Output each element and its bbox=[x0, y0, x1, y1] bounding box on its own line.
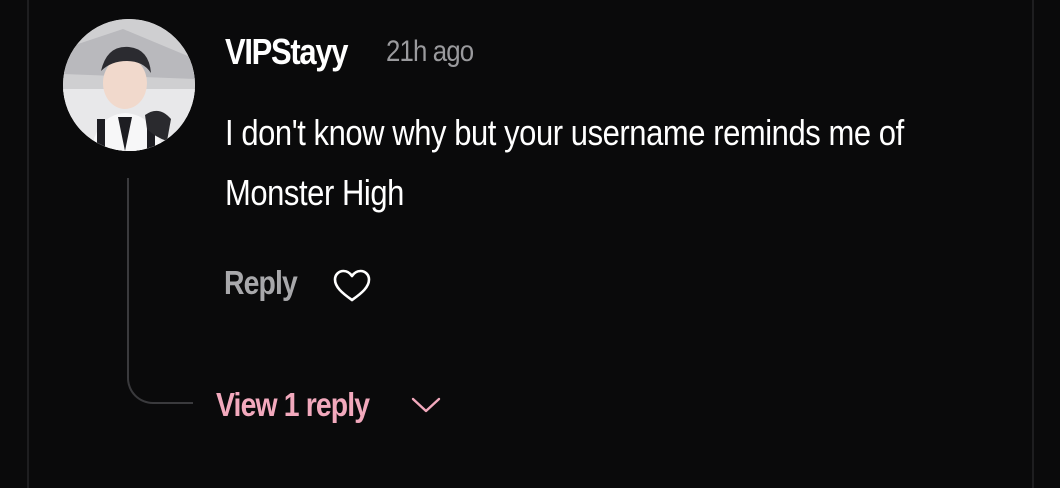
username[interactable]: VIPStayy bbox=[225, 31, 348, 73]
view-replies-label: View 1 reply bbox=[216, 386, 370, 423]
thread-connector-line bbox=[127, 178, 193, 404]
heart-outline-icon bbox=[333, 269, 371, 302]
panel-divider-left bbox=[27, 0, 29, 488]
comment-body: I don't know why but your username remin… bbox=[225, 112, 904, 213]
avatar[interactable] bbox=[63, 19, 195, 151]
chevron-down-icon bbox=[411, 397, 441, 413]
comment-thread: VIPStayy 21h ago I don't know why but yo… bbox=[0, 0, 1060, 488]
timestamp: 21h ago bbox=[386, 35, 474, 68]
panel-divider-right bbox=[1032, 0, 1034, 488]
reply-button[interactable]: Reply bbox=[224, 264, 298, 302]
user-avatar-photo-icon bbox=[63, 19, 195, 151]
view-replies-button[interactable]: View 1 reply bbox=[216, 386, 442, 424]
like-button[interactable] bbox=[332, 268, 372, 304]
